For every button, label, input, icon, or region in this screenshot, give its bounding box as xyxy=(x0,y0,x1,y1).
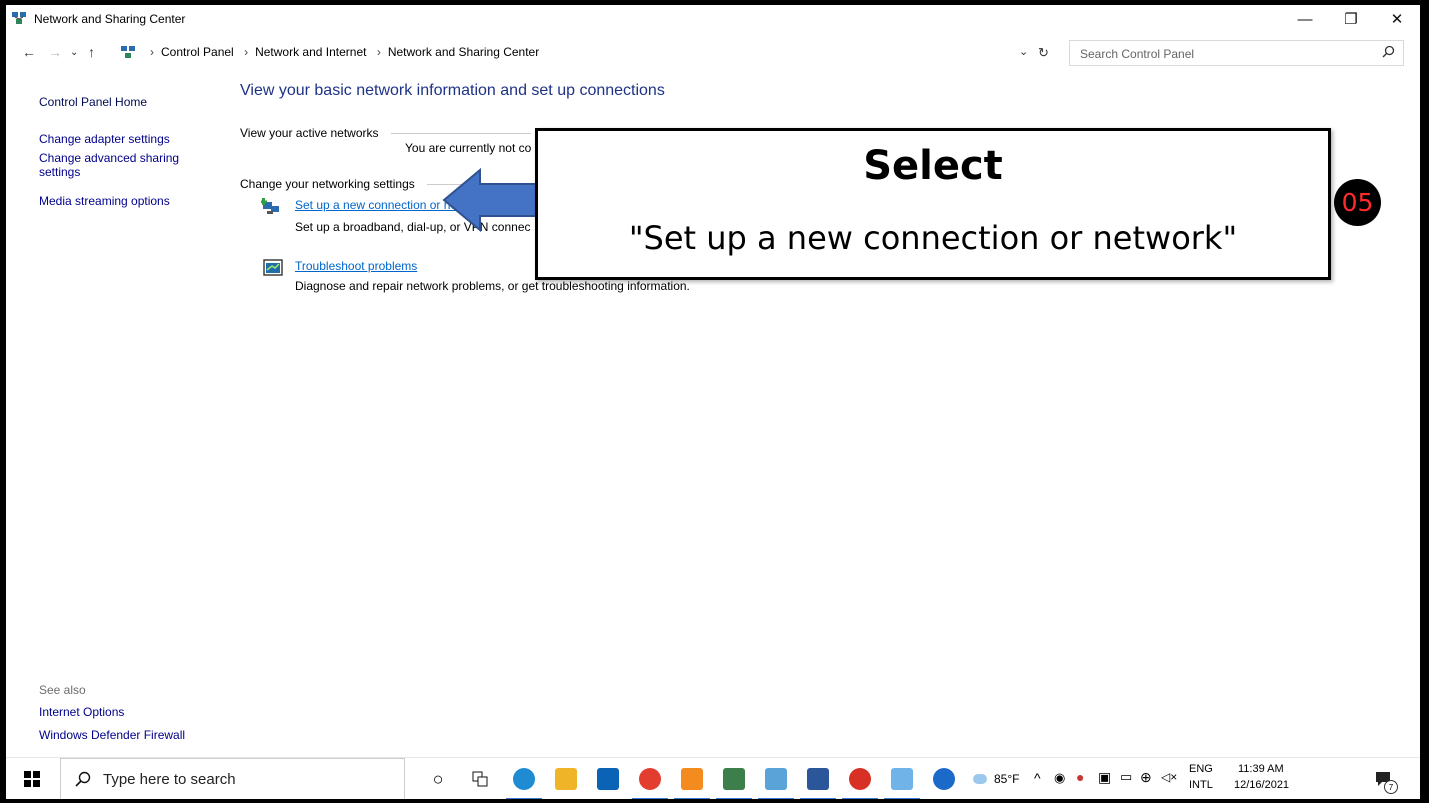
internet-options-link[interactable]: Internet Options xyxy=(39,706,124,719)
windows-logo-icon xyxy=(24,771,40,787)
search-icon[interactable] xyxy=(1382,45,1395,58)
running-indicator xyxy=(506,798,542,799)
network-center-icon xyxy=(12,12,26,24)
clock-time[interactable]: 11:39 AM xyxy=(1238,763,1284,775)
language-indicator-bottom[interactable]: INTL xyxy=(1189,779,1213,791)
breadcrumb-control-panel[interactable]: Control Panel xyxy=(161,45,234,59)
control-panel-home-link[interactable]: Control Panel Home xyxy=(39,96,147,109)
meet-now-icon[interactable]: ◉ xyxy=(1054,770,1065,786)
action-center-icon[interactable]: 7 xyxy=(1368,758,1398,799)
running-indicator xyxy=(674,798,710,799)
troubleshoot-icon xyxy=(263,259,283,276)
weather-icon[interactable] xyxy=(970,758,990,799)
callout-instruction: "Set up a new connection or network" xyxy=(628,219,1238,257)
address-bar[interactable]: › Control Panel › Network and Internet › Ne… xyxy=(114,40,1058,66)
running-indicator xyxy=(842,798,878,799)
media-streaming-options-link[interactable]: Media streaming options xyxy=(39,195,170,208)
see-also-label: See also xyxy=(39,683,86,697)
change-advanced-sharing-link-line2[interactable]: settings xyxy=(39,166,80,179)
recent-locations-chevron-icon[interactable]: ⌄ xyxy=(70,47,78,58)
task-view-icon[interactable] xyxy=(462,758,498,799)
step-number-badge: 05 xyxy=(1334,179,1381,226)
breadcrumb-network-and-internet[interactable]: Network and Internet xyxy=(255,45,366,59)
section-divider xyxy=(391,133,531,134)
battery-icon[interactable]: ▭ xyxy=(1120,769,1132,785)
change-advanced-sharing-link[interactable]: Change advanced sharing xyxy=(39,152,179,165)
minimize-button[interactable]: — xyxy=(1282,5,1328,33)
chrome-profile-t-icon[interactable] xyxy=(632,758,668,799)
address-dropdown-chevron-icon[interactable]: ⌄ xyxy=(1019,45,1028,58)
close-button[interactable]: ✕ xyxy=(1374,5,1420,33)
control-panel-icon xyxy=(121,46,135,58)
clock-date[interactable]: 12/16/2021 xyxy=(1234,779,1289,791)
troubleshoot-problems-link[interactable]: Troubleshoot problems xyxy=(295,259,417,273)
security-alert-icon[interactable]: ● xyxy=(1076,769,1084,785)
search-icon xyxy=(75,771,91,787)
taskbar-search-box[interactable]: Type here to search xyxy=(60,758,405,799)
instruction-callout: Select "Set up a new connection or netwo… xyxy=(535,128,1331,280)
mail-icon[interactable] xyxy=(590,758,626,799)
address-row: ← → ⌄ ↑ › Control Panel › Network and Inte… xyxy=(6,36,1420,70)
notification-count-badge: 7 xyxy=(1384,780,1398,794)
running-indicator xyxy=(632,798,668,799)
back-arrow-icon[interactable]: ← xyxy=(22,44,36,60)
active-networks-label: View your active networks xyxy=(240,126,379,140)
desktop-screen: Network and Sharing Center — ❐ ✕ ← → ⌄ ↑… xyxy=(6,5,1420,799)
troubleshoot-problems-description: Diagnose and repair network problems, or… xyxy=(295,279,690,293)
restore-button[interactable]: ❐ xyxy=(1328,5,1374,33)
display-settings-icon[interactable]: ▣ xyxy=(1098,769,1111,786)
breadcrumb: › Control Panel › Network and Internet › Ne… xyxy=(150,45,540,59)
language-indicator-top[interactable]: ENG xyxy=(1189,763,1213,775)
network-app-icon[interactable] xyxy=(716,758,752,799)
up-arrow-icon[interactable]: ↑ xyxy=(88,44,95,60)
windows-defender-firewall-link[interactable]: Windows Defender Firewall xyxy=(39,729,185,742)
chrome-profile-rd-icon[interactable] xyxy=(842,758,878,799)
refresh-icon[interactable]: ↻ xyxy=(1038,45,1049,61)
help-icon[interactable] xyxy=(926,758,962,799)
file-explorer-icon[interactable] xyxy=(548,758,584,799)
forward-arrow-icon[interactable]: → xyxy=(48,44,62,60)
control-panel-taskbar-icon[interactable] xyxy=(884,758,920,799)
start-button[interactable] xyxy=(6,758,58,799)
change-adapter-settings-link[interactable]: Change adapter settings xyxy=(39,133,170,146)
word-icon[interactable] xyxy=(800,758,836,799)
active-network-status: You are currently not co xyxy=(405,141,532,155)
title-bar: Network and Sharing Center — ❐ ✕ xyxy=(6,5,1420,33)
pointer-arrow-icon xyxy=(442,167,538,233)
edge-browser-icon[interactable] xyxy=(506,758,542,799)
running-indicator xyxy=(716,798,752,799)
weather-temperature[interactable]: 85°F xyxy=(994,772,1019,786)
network-setup-icon xyxy=(261,198,279,214)
search-input[interactable] xyxy=(1078,44,1372,64)
window-title: Network and Sharing Center xyxy=(34,12,186,26)
page-title: View your basic network information and … xyxy=(240,82,665,99)
running-indicator xyxy=(758,798,794,799)
left-navigation-pane: Control Panel Home Change adapter settin… xyxy=(6,70,231,750)
notepad-icon[interactable] xyxy=(758,758,794,799)
network-globe-icon[interactable]: ⊕ xyxy=(1140,769,1152,786)
breadcrumb-network-sharing-center[interactable]: Network and Sharing Center xyxy=(388,45,539,59)
callout-title: Select xyxy=(863,143,1003,189)
taskbar-search-placeholder: Type here to search xyxy=(103,771,236,788)
sublime-text-icon[interactable] xyxy=(674,758,710,799)
taskbar: Type here to search ○ 85°F ^ ◉ ● ▣ ▭ ⊕ ◁… xyxy=(6,757,1420,799)
change-networking-settings-label: Change your networking settings xyxy=(240,177,415,191)
running-indicator xyxy=(800,798,836,799)
volume-muted-icon[interactable]: ◁× xyxy=(1161,770,1177,784)
running-indicator xyxy=(884,798,920,799)
cortana-circle-icon[interactable]: ○ xyxy=(420,758,456,799)
setup-new-connection-link[interactable]: Set up a new connection or ne xyxy=(295,198,457,212)
search-box[interactable] xyxy=(1069,40,1404,66)
show-hidden-icons-chevron-icon[interactable]: ^ xyxy=(1034,770,1041,786)
